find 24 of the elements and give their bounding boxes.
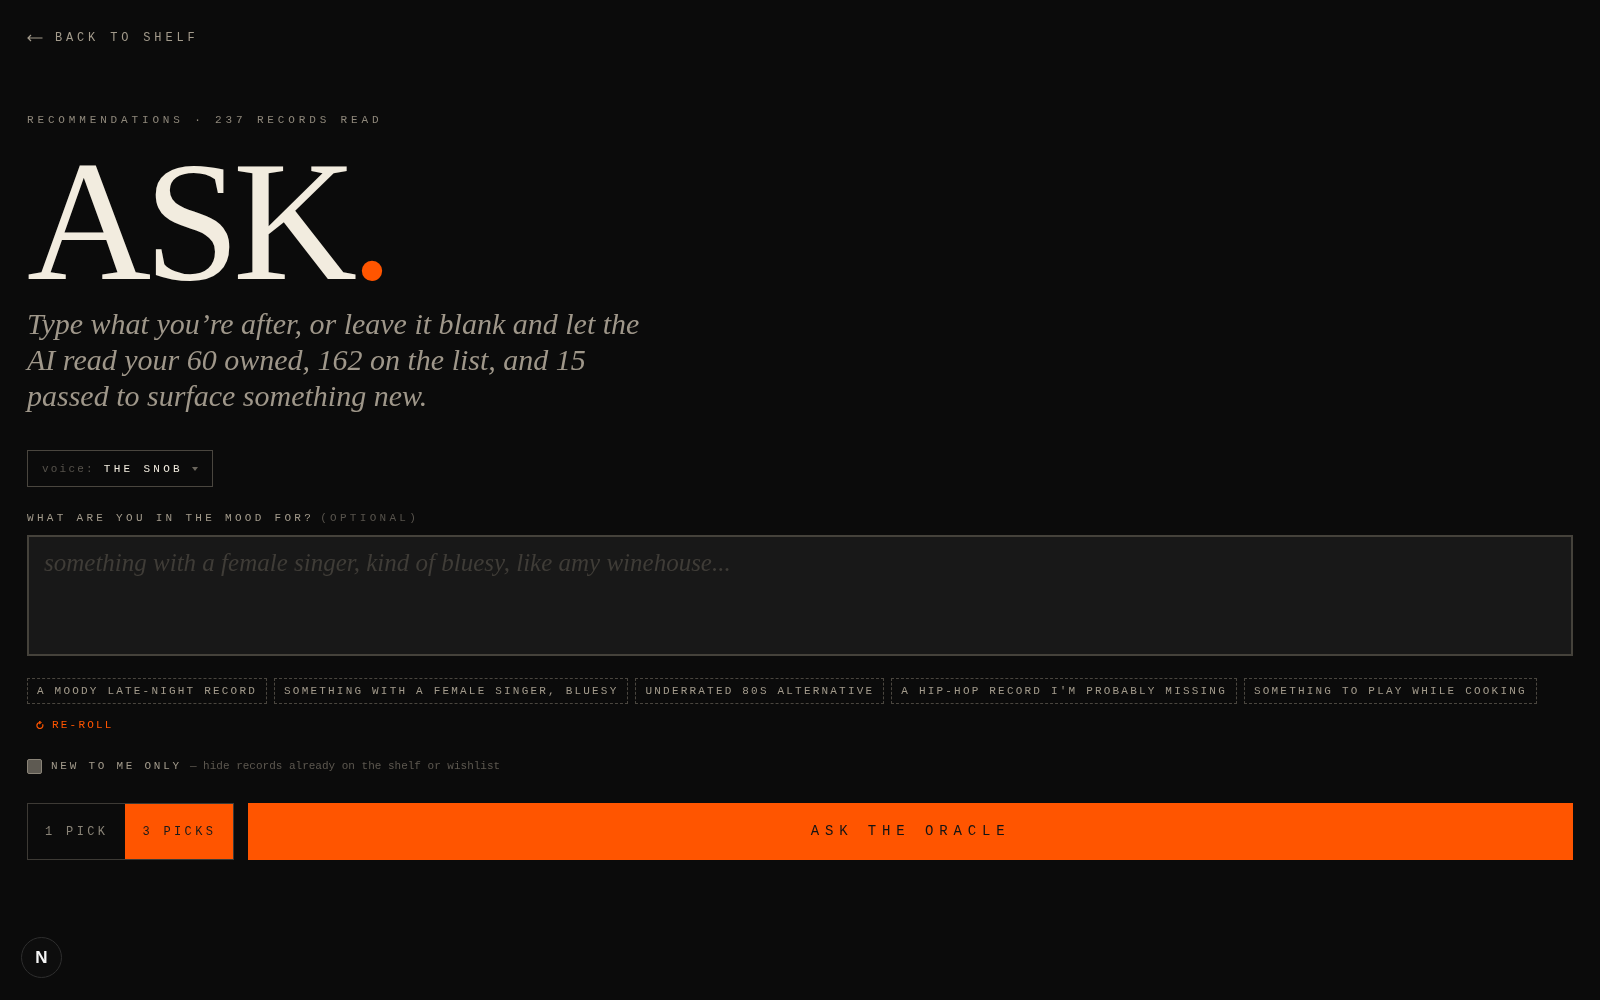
back-link[interactable]: BACK TO SHELF	[27, 30, 199, 46]
refresh-icon	[36, 720, 44, 730]
suggestion-chip[interactable]: UNDERRATED 80S ALTERNATIVE	[635, 678, 885, 705]
intro-text: Type what you’re after, or leave it blank and let the AI read your 60 owned, 162 on the list, and 15 passed to surface something new.	[27, 306, 641, 415]
suggestion-chip[interactable]: SOMETHING WITH A FEMALE SINGER, BLUESY	[274, 678, 629, 705]
pick-count-tab[interactable]: 1 PICK	[28, 804, 126, 860]
submit-button[interactable]: ASK THE ORACLE	[248, 803, 1573, 861]
logo-button[interactable]: N	[21, 937, 62, 978]
suggestion-chip[interactable]: A MOODY LATE-NIGHT RECORD	[27, 678, 268, 705]
eyebrow-text: RECOMMENDATIONS · 237 RECORDS READ	[27, 113, 383, 128]
pick-count-tab[interactable]: 3 PICKS	[125, 804, 234, 860]
suggestion-chip[interactable]: A HIP-HOP RECORD I'M PROBABLY MISSING	[891, 678, 1237, 705]
voice-dropdown[interactable]: voice: THE SNOB	[27, 450, 214, 488]
title-period: .	[350, 146, 387, 298]
field-label: WHAT ARE YOU IN THE MOOD FOR?	[27, 511, 315, 527]
caret-icon	[192, 466, 199, 471]
new-only-checkbox[interactable]	[27, 758, 42, 774]
checkbox-note: — hide records already on the shelf or wishlist	[189, 759, 501, 775]
suggestion-chip[interactable]: SOMETHING TO PLAY WHILE COOKING	[1243, 678, 1537, 705]
arrow-left-icon	[27, 34, 43, 42]
checkbox-label: NEW TO ME ONLY	[51, 759, 182, 775]
page-title: ASK	[27, 146, 351, 298]
optional-hint: (OPTIONAL)	[320, 511, 420, 527]
reroll-button[interactable]: RE-ROLL	[36, 717, 114, 734]
